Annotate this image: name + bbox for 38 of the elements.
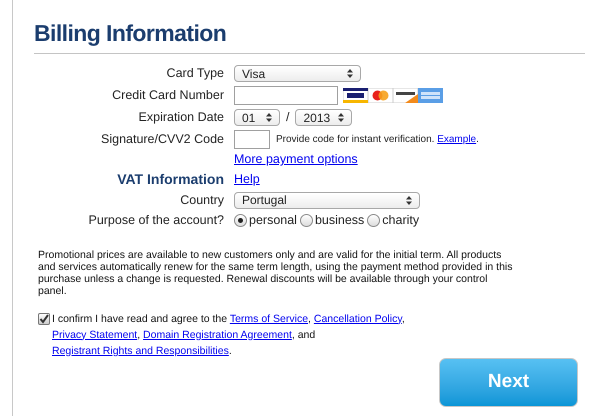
card-type-select[interactable]: Visa: [234, 65, 361, 82]
card-icon: [393, 88, 418, 103]
dropdown-arrows-icon: [338, 113, 344, 122]
month-select[interactable]: 01: [234, 109, 280, 126]
field-label: Signature/CVV2 Code: [101, 132, 224, 146]
example-link[interactable]: Example: [437, 134, 476, 145]
cvv-input[interactable]: [234, 130, 270, 149]
dropdown-arrows-icon: [406, 196, 412, 204]
field-label: Card Type: [166, 66, 224, 80]
policy-link[interactable]: Cancellation Policy: [314, 312, 402, 324]
policy-link[interactable]: Domain Registration Agreement: [143, 328, 292, 340]
dropdown-arrows-icon: [266, 113, 272, 122]
section-heading: VAT Information: [117, 171, 224, 187]
year-select[interactable]: 2013: [295, 109, 352, 126]
radio-option[interactable]: charity: [367, 211, 420, 230]
page-title: Billing Information: [34, 16, 585, 54]
country-select[interactable]: Portugal: [234, 192, 420, 208]
help-link[interactable]: Help: [234, 170, 260, 189]
cvv-hint: Provide code for instant verification. Example.: [276, 133, 479, 147]
dropdown-arrows-icon: [347, 69, 353, 78]
field-label: Country: [180, 192, 224, 207]
confirm-checkbox[interactable]: [38, 312, 50, 324]
radio-option[interactable]: personal: [234, 211, 297, 230]
field-label: Credit Card Number: [112, 88, 224, 102]
field-label: Expiration Date: [138, 110, 224, 124]
card-icon: [368, 88, 393, 103]
field-label: Purpose of the account?: [88, 213, 224, 228]
policy-link[interactable]: Registrant Rights and Responsibilities: [52, 344, 229, 356]
policy-link[interactable]: Privacy Statement: [52, 328, 138, 340]
card-icon: [343, 88, 368, 103]
notice-paragraph: Promotional prices are available to new customers only and are valid for the initial term. All products and services automatically renew for the same term length, using the payment method provided in this purchase unless a change is requested. Renewal discounts will be available through your control panel.: [38, 248, 514, 296]
more-payment-options-link[interactable]: More payment options: [234, 150, 358, 169]
card-number-input[interactable]: [234, 86, 338, 105]
date-separator: /: [286, 109, 290, 126]
policy-link[interactable]: Terms of Service: [230, 312, 308, 324]
confirm-statement: I confirm I have read and agree to the Terms of Service, Cancellation Policy, Privacy Statement, Domain Registration Agreement, and Registrant Rights and Responsibilities.: [52, 312, 406, 358]
radio-option[interactable]: business: [300, 211, 364, 230]
card-icon: [418, 88, 443, 103]
